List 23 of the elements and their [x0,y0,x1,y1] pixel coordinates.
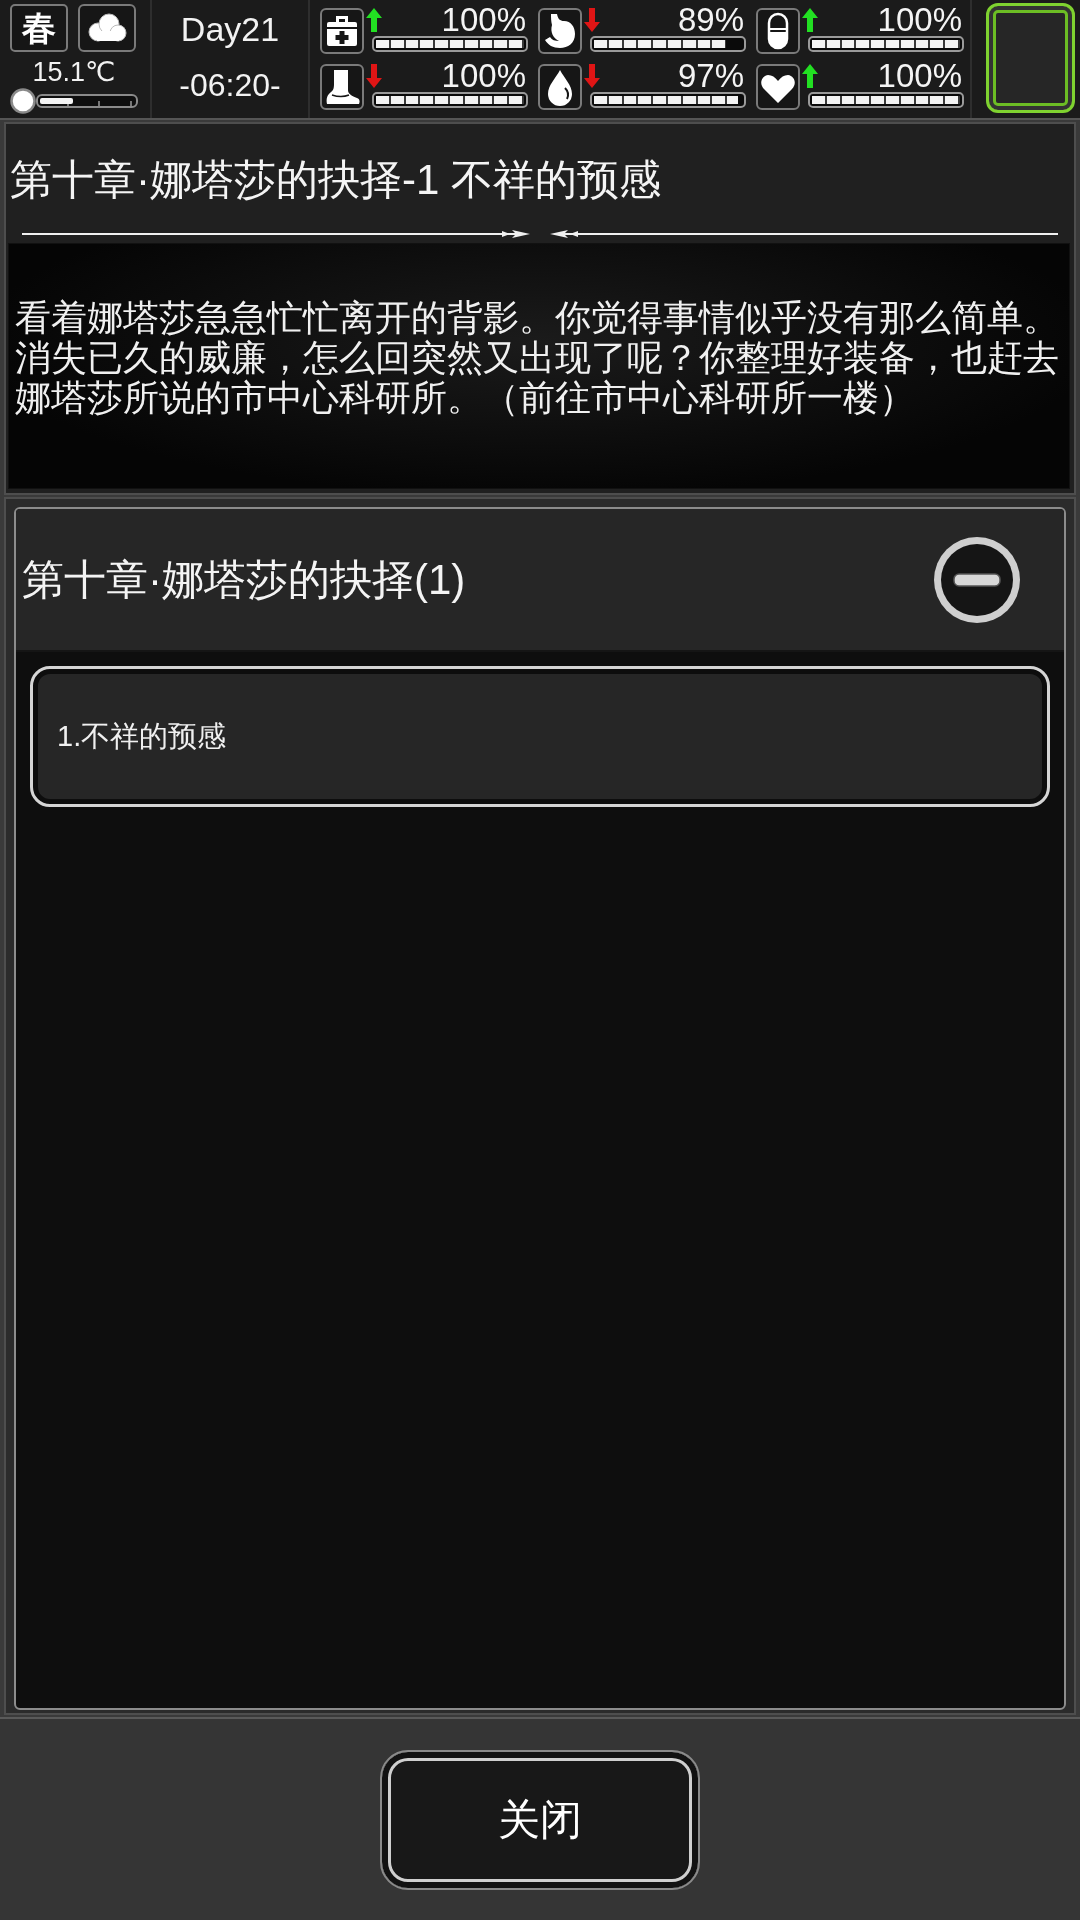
quest-group-title: 第十章·娜塔莎的抉择(1) [22,554,466,605]
water-drop-icon [538,64,582,110]
stat-value: 100% [877,60,962,92]
stat-value: 89% [677,4,744,36]
stat-value: 97% [677,60,744,92]
story-text: 看着娜塔莎急急忙忙离开的背影。你觉得事情似乎没有那么简单。消失已久的威廉，怎么回突然又出现了呢？你整理好装备，也赶去娜塔莎所说的市中心科研所。（前往市中心科研所一楼） [15,298,1060,418]
season-tile: 春 [10,4,68,52]
minus-circle-icon[interactable] [932,534,1022,625]
capsule-icon [756,8,800,54]
medkit-icon [320,8,364,54]
stomach-icon [538,8,582,54]
day-counter: Day21 [180,9,280,50]
cloud-icon [78,4,136,52]
stat-value: 100% [441,60,526,92]
boot-icon [320,64,364,110]
empty-slot[interactable] [986,3,1075,113]
chapter-title: 第十章·娜塔莎的抉择-1 不祥的预感 [10,154,661,205]
close-button[interactable]: 关闭 [380,1749,700,1890]
stat-value: 100% [441,4,526,36]
clock-time: -06:20- [179,66,281,105]
temperature-text: 15.1℃ [32,56,116,88]
quest-item[interactable]: 1.不祥的预感 [30,666,1050,807]
stat-value: 100% [877,4,962,36]
